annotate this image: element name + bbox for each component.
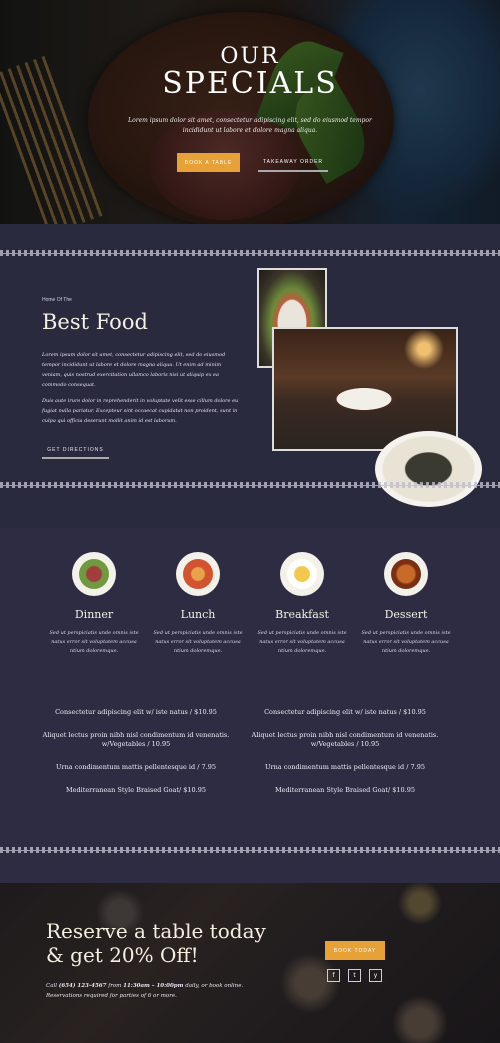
hero-overlay (0, 0, 500, 224)
menu-item: Consectetur adipiscing elit w/ iste natu… (264, 708, 426, 716)
reserve-contact: Call (654) 123-4567 from 11:30am – 10:00… (46, 981, 243, 1001)
wavy-divider (0, 482, 500, 488)
category-desc: Sed ut perspiciatis unde omnis iste natu… (361, 630, 451, 654)
book-today-button[interactable]: BOOK TODAY (325, 941, 385, 960)
menu-item: Urna condimentum mattis pellentesque id … (265, 763, 425, 771)
reserve-title-line1: Reserve a table today (46, 919, 266, 943)
category-name: Dessert (384, 608, 428, 621)
about-title: Best Food (42, 310, 148, 334)
reservation-note: Reservations required for parties of 6 o… (46, 993, 177, 999)
menu-section: Dinner Sed ut perspiciatis unde omnis is… (0, 528, 500, 883)
food-photo-3 (375, 431, 482, 507)
menu-items-right: Consectetur adipiscing elit w/ iste natu… (240, 708, 450, 809)
reserve-section: Reserve a table today & get 20% Off! Cal… (0, 883, 500, 1043)
menu-item: Mediterranean Style Braised Goat/ $10.95 (274, 786, 416, 794)
menu-item: Urna condimentum mattis pellentesque id … (56, 763, 216, 771)
hero-title-line2: SPECIALS (162, 66, 338, 101)
hours-suffix: daily, or book online. (185, 983, 244, 989)
category-desc: Sed ut perspiciatis unde omnis iste natu… (257, 630, 347, 654)
wavy-divider (0, 250, 500, 256)
category-breakfast[interactable]: Breakfast Sed ut perspiciatis unde omnis… (247, 552, 357, 656)
twitter-icon[interactable]: t (348, 969, 361, 982)
hero-lede: Lorem ipsum dolor sit amet, consectetur … (128, 117, 372, 134)
opening-hours: 11:30am – 10:00pm (123, 983, 184, 989)
about-paragraph-2: Duis aute irure dolor in reprehenderit i… (42, 398, 239, 424)
reserve-title: Reserve a table today & get 20% Off! (46, 919, 266, 967)
menu-items-left: Consectetur adipiscing elit w/ iste natu… (31, 708, 241, 809)
wavy-divider (0, 847, 500, 853)
menu-item: Aliquet lectus proin nibh nisl condiment… (42, 731, 230, 748)
dessert-plate-icon (384, 552, 428, 596)
category-name: Lunch (180, 608, 216, 621)
hero-section: OUR SPECIALS Lorem ipsum dolor sit amet,… (0, 0, 500, 224)
menu-item: Mediterranean Style Braised Goat/ $10.95 (65, 786, 207, 794)
about-paragraph-1: Lorem ipsum dolor sit amet, consectetur … (42, 352, 226, 388)
about-section: Home Of The Best Food Lorem ipsum dolor … (0, 224, 500, 528)
from-text: from (108, 983, 122, 989)
facebook-icon[interactable]: f (327, 969, 340, 982)
egg-plate-icon (280, 552, 324, 596)
category-lunch[interactable]: Lunch Sed ut perspiciatis unde omnis ist… (143, 552, 253, 656)
category-desc: Sed ut perspiciatis unde omnis iste natu… (153, 630, 243, 654)
about-kicker: Home Of The (42, 297, 72, 303)
category-desc: Sed ut perspiciatis unde omnis iste natu… (49, 630, 139, 654)
phone-number[interactable]: (654) 123-4567 (59, 983, 107, 989)
get-directions-button[interactable]: GET DIRECTIONS (42, 443, 109, 459)
menu-item: Consectetur adipiscing elit w/ iste natu… (55, 708, 217, 716)
book-table-button[interactable]: BOOK A TABLE (177, 153, 240, 172)
menu-item: Aliquet lectus proin nibh nisl condiment… (251, 731, 439, 748)
category-name: Breakfast (275, 608, 329, 621)
pizza-plate-icon (176, 552, 220, 596)
reserve-title-line2: & get 20% Off! (46, 943, 199, 967)
yelp-icon[interactable]: y (369, 969, 382, 982)
category-dinner[interactable]: Dinner Sed ut perspiciatis unde omnis is… (39, 552, 149, 656)
salad-plate-icon (72, 552, 116, 596)
takeaway-order-button[interactable]: TAKEAWAY ORDER (258, 153, 328, 172)
category-name: Dinner (74, 608, 114, 621)
call-prefix: Call (46, 983, 58, 989)
category-dessert[interactable]: Dessert Sed ut perspiciatis unde omnis i… (351, 552, 461, 656)
